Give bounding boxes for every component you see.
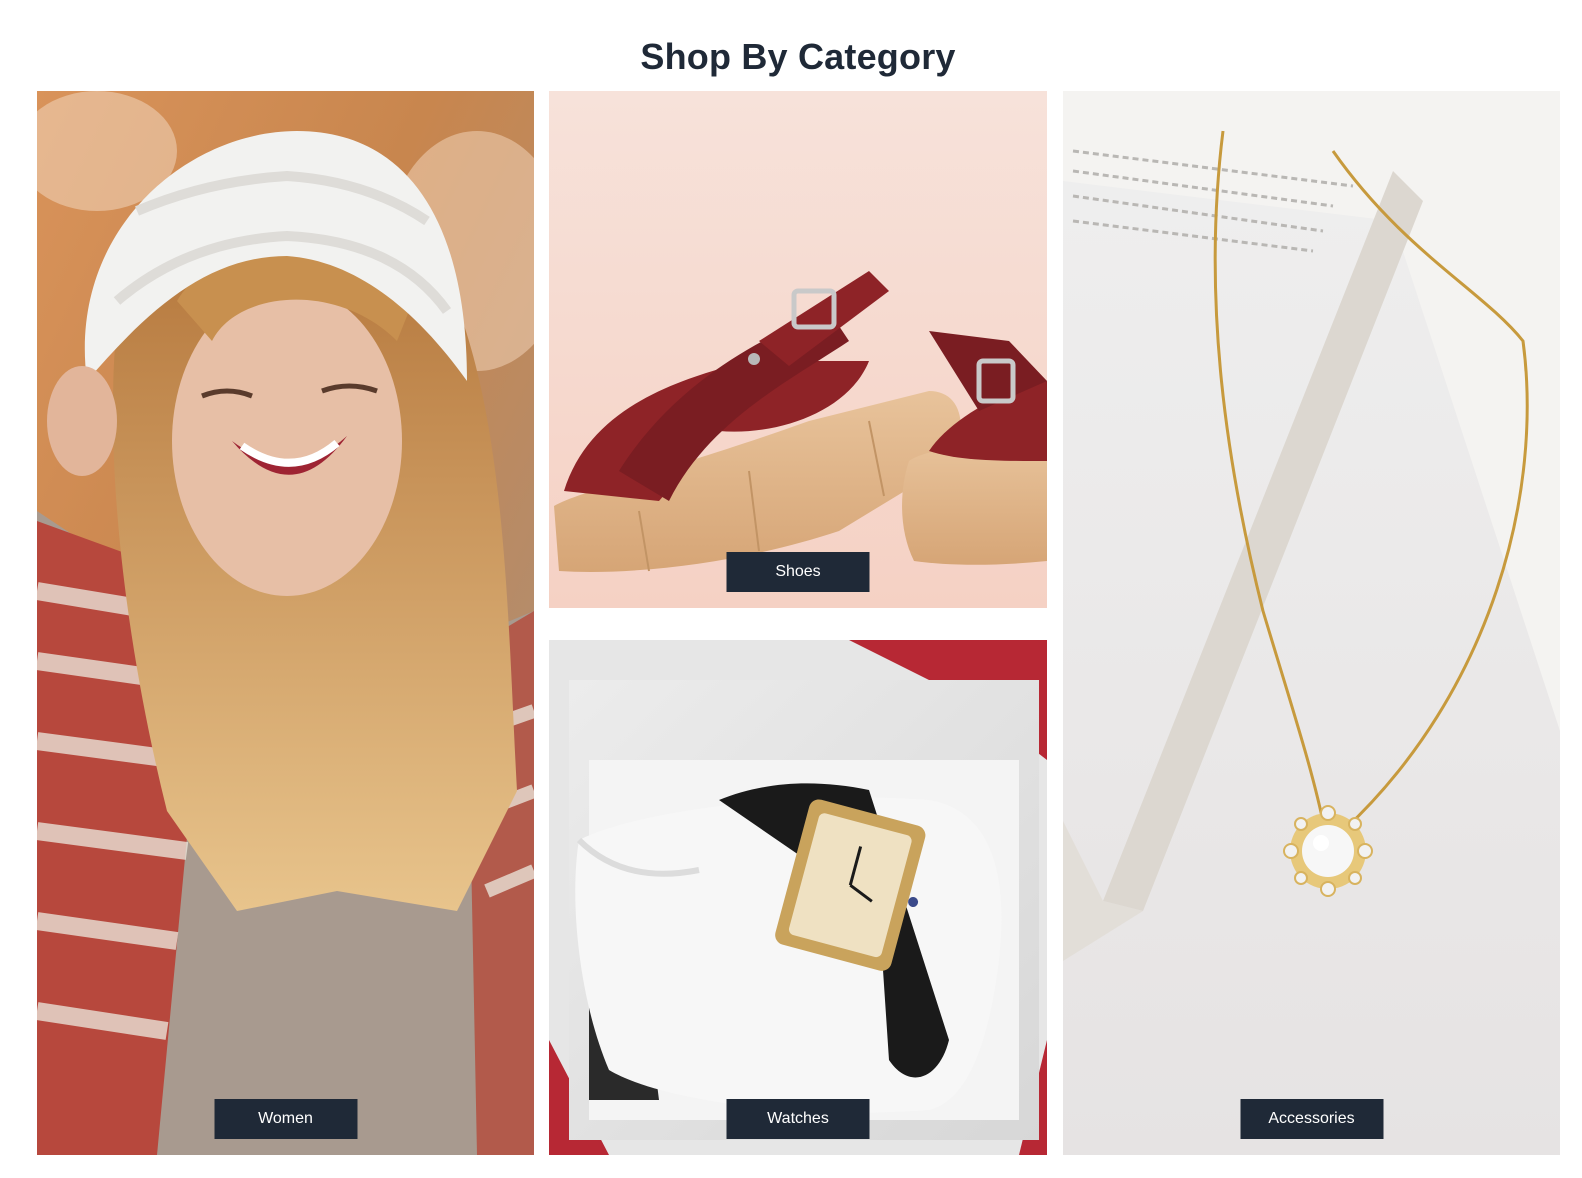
category-image-accessories [1063,91,1560,1155]
category-card-watches[interactable]: Watches [549,640,1047,1155]
category-card-shoes[interactable]: Shoes [549,91,1047,608]
category-label-accessories[interactable]: Accessories [1240,1099,1383,1139]
category-image-watches [549,640,1047,1155]
category-card-accessories[interactable]: Accessories [1063,91,1560,1155]
category-card-women[interactable]: Women [37,91,534,1155]
category-image-shoes [549,91,1047,608]
category-label-watches[interactable]: Watches [726,1099,870,1139]
category-label-shoes[interactable]: Shoes [726,552,870,592]
page-title: Shop By Category [640,36,956,78]
category-image-women [37,91,534,1155]
category-label-women[interactable]: Women [214,1099,357,1139]
